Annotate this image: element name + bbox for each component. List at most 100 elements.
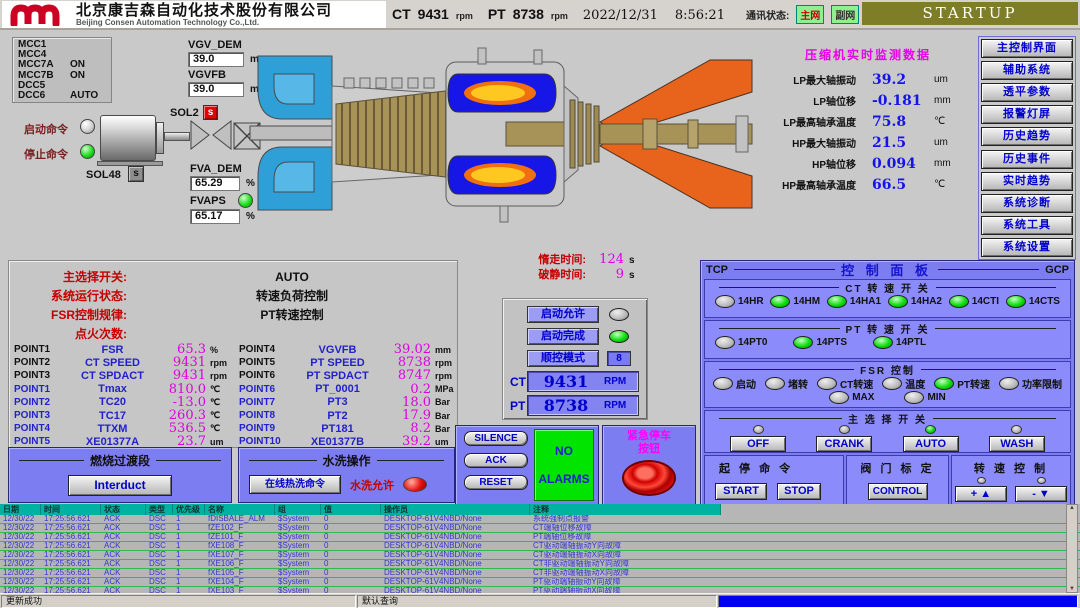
pt-speed-switch: 14PTL bbox=[873, 336, 926, 349]
points-left-column: POINT1FSR 65.3% POINT2CT SPEED 9431rpm P… bbox=[9, 343, 234, 449]
pt-rpm-display: 8738 RPM bbox=[527, 395, 639, 416]
stop-button[interactable]: STOP bbox=[777, 483, 821, 500]
stop-command-indicator bbox=[80, 144, 95, 159]
start-complete-button[interactable]: 启动完成 bbox=[527, 328, 599, 345]
start-permit-button[interactable]: 启动允许 bbox=[527, 306, 599, 323]
alarm-table-row[interactable]: 12/30/2217:25:56.621 ACKDSC 1fXE107_F $S… bbox=[0, 551, 1080, 560]
ct-speed-value: 9431 bbox=[418, 6, 449, 22]
monitor-row: HP最大轴振动 21.5 um bbox=[756, 132, 980, 153]
switch-indicator bbox=[715, 295, 735, 308]
selector-button[interactable]: OFF bbox=[730, 436, 786, 452]
nav-button[interactable]: 透平参数 bbox=[981, 83, 1073, 102]
ct-speed-switch: 14HM bbox=[770, 295, 820, 308]
fva-dem-field[interactable]: 65.29 bbox=[190, 176, 240, 191]
switch-label: 14HA2 bbox=[911, 296, 942, 307]
nav-button[interactable]: 系统工具 bbox=[981, 216, 1073, 235]
alarm-control-panel: SILENCE ACK RESET NO ALARMS bbox=[455, 425, 599, 505]
valve-control-button[interactable]: CONTROL bbox=[868, 483, 928, 500]
master-selector-section: 主 选 择 开 关 OFF CRANK AUTO bbox=[704, 410, 1071, 453]
timers: 惰走时间: 124 s 破静时间: 9 s bbox=[520, 251, 635, 281]
ack-button[interactable]: ACK bbox=[464, 453, 528, 468]
no-alarms-display: NO ALARMS bbox=[534, 429, 594, 501]
alarm-table-header-cell: 组 bbox=[275, 504, 321, 515]
scroll-up-icon[interactable]: ▲ bbox=[1069, 505, 1075, 511]
point-row: POINT6PT_0001 0.2MPa bbox=[234, 383, 459, 396]
sequence-mode-button[interactable]: 顺控模式 bbox=[527, 350, 599, 367]
alarm-table-row[interactable]: 12/30/2217:25:56.621 ACKDSC 1fDISBALE_AL… bbox=[0, 515, 1080, 524]
break-time-label: 破静时间: bbox=[520, 266, 586, 282]
alarm-table-row[interactable]: 12/30/2217:25:56.621 ACKDSC 1fXE106_F $S… bbox=[0, 560, 1080, 569]
fvaps-label: FVAPS bbox=[190, 195, 226, 207]
point-row: POINT3TC17 260.3℃ bbox=[9, 409, 234, 422]
coast-time-value: 124 bbox=[586, 252, 624, 267]
speed-indicator bbox=[977, 477, 986, 484]
control-panel: TCP 控 制 面 板 GCP CT 转 速 开 关 14HR 14HM bbox=[700, 260, 1075, 505]
start-button[interactable]: START bbox=[715, 483, 767, 500]
silence-button[interactable]: SILENCE bbox=[464, 431, 528, 446]
nav-button[interactable]: 历史趋势 bbox=[981, 127, 1073, 146]
statusbar-query: 默认查询 bbox=[357, 595, 717, 608]
switch-label: 14PTS bbox=[816, 337, 847, 348]
fsr-switch: 功率限制 bbox=[999, 376, 1062, 391]
alarm-table-row[interactable]: 12/30/2217:25:56.621 ACKDSC 1fXE105_F $S… bbox=[0, 569, 1080, 578]
emergency-stop-panel: 紧急停车 按钮 bbox=[602, 425, 696, 505]
status-row: 系统运行状态:转速负荷控制 bbox=[9, 286, 457, 305]
motor-shaft bbox=[164, 132, 190, 141]
table-scrollbar[interactable]: ▲ ▼ bbox=[1066, 504, 1078, 593]
fsr-switch: PT转速 bbox=[934, 376, 990, 391]
fsr-limit-switch: MIN bbox=[904, 391, 945, 404]
speed-button[interactable]: - ▼ bbox=[1015, 486, 1067, 502]
nav-button[interactable]: 系统诊断 bbox=[981, 194, 1073, 213]
alarm-table-row[interactable]: 12/30/2217:25:56.621 ACKDSC 1fZE102_F $S… bbox=[0, 524, 1080, 533]
switch-indicator bbox=[765, 377, 785, 390]
wash-panel: 水洗操作 在线热洗命令 水洗允许 bbox=[238, 447, 455, 503]
switch-label: 14CTS bbox=[1029, 296, 1060, 307]
nav-button[interactable]: 辅助系统 bbox=[981, 61, 1073, 80]
selector-button[interactable]: WASH bbox=[989, 436, 1045, 452]
interduct-button[interactable]: Interduct bbox=[68, 475, 172, 496]
ct-rpm-label: CT bbox=[510, 375, 526, 389]
selector-button[interactable]: AUTO bbox=[903, 436, 959, 452]
interduct-panel: 燃烧过渡段 Interduct bbox=[8, 447, 232, 503]
nav-button[interactable]: 系统设置 bbox=[981, 238, 1073, 257]
pt-speed-switch: 14PTS bbox=[793, 336, 847, 349]
speed-button[interactable]: + ▲ bbox=[955, 486, 1007, 502]
point-row: POINT5PT SPEED 8738rpm bbox=[234, 356, 459, 369]
vgv-dem-field[interactable]: 39.0 bbox=[188, 52, 244, 67]
no-alarms-line2: ALARMS bbox=[538, 472, 589, 486]
nav-button[interactable]: 报警灯屏 bbox=[981, 105, 1073, 124]
vgvfb-field[interactable]: 39.0 bbox=[188, 82, 244, 97]
emergency-stop-button[interactable] bbox=[622, 460, 676, 496]
point-row: POINT3CT SPDACT 9431rpm bbox=[9, 369, 234, 382]
scroll-down-icon[interactable]: ▼ bbox=[1069, 586, 1075, 592]
switch-label: 14PT0 bbox=[738, 337, 767, 348]
alarm-table-body: 12/30/2217:25:56.621 ACKDSC 1fDISBALE_AL… bbox=[0, 515, 1080, 593]
selector-indicator bbox=[753, 425, 764, 434]
alarm-table-header-cell: 时间 bbox=[41, 504, 101, 515]
reset-button[interactable]: RESET bbox=[464, 475, 528, 490]
fvaps-field[interactable]: 65.17 bbox=[190, 209, 240, 224]
valve-calibration-section: 阀 门 标 定 CONTROL bbox=[846, 455, 949, 505]
nav-button[interactable]: 历史事件 bbox=[981, 150, 1073, 169]
alarm-table-row[interactable]: 12/30/2217:25:56.621 ACKDSC 1fXE108_F $S… bbox=[0, 542, 1080, 551]
control-panel-header: TCP 控 制 面 板 GCP bbox=[704, 262, 1071, 277]
switch-indicator bbox=[715, 336, 735, 349]
selector-button[interactable]: CRANK bbox=[816, 436, 872, 452]
ct-speed-switch: 14HA1 bbox=[827, 295, 881, 308]
ct-speed-switch: 14HR bbox=[715, 295, 764, 308]
backup-network-badge: 副网 bbox=[831, 5, 859, 24]
pt-label: PT bbox=[488, 6, 506, 22]
nav-menu: 主控制界面 辅助系统 透平参数 报警灯屏 历史趋势 历史事件 实时趋势 系统诊断… bbox=[978, 36, 1076, 260]
wash-title-row: 水洗操作 bbox=[249, 452, 444, 469]
point-row: POINT8PT2 17.9Bar bbox=[234, 409, 459, 422]
nav-button[interactable]: 主控制界面 bbox=[981, 39, 1073, 58]
online-hot-wash-button[interactable]: 在线热洗命令 bbox=[249, 475, 341, 494]
starter-motor-graphic bbox=[100, 113, 166, 169]
alarm-table-row[interactable]: 12/30/2217:25:56.621 ACKDSC 1fZE101_F $S… bbox=[0, 533, 1080, 542]
alarm-table-row[interactable]: 12/30/2217:25:56.621 ACKDSC 1fXE104_F $S… bbox=[0, 578, 1080, 587]
alarm-table-header-cell: 名称 bbox=[205, 504, 275, 515]
wash-title: 水洗操作 bbox=[323, 452, 371, 469]
start-command-label: 启动命令 bbox=[24, 121, 68, 137]
nav-button[interactable]: 实时趋势 bbox=[981, 172, 1073, 191]
fsr-control-section: FSR 控制 启动 堵转 CT转速 bbox=[704, 361, 1071, 408]
